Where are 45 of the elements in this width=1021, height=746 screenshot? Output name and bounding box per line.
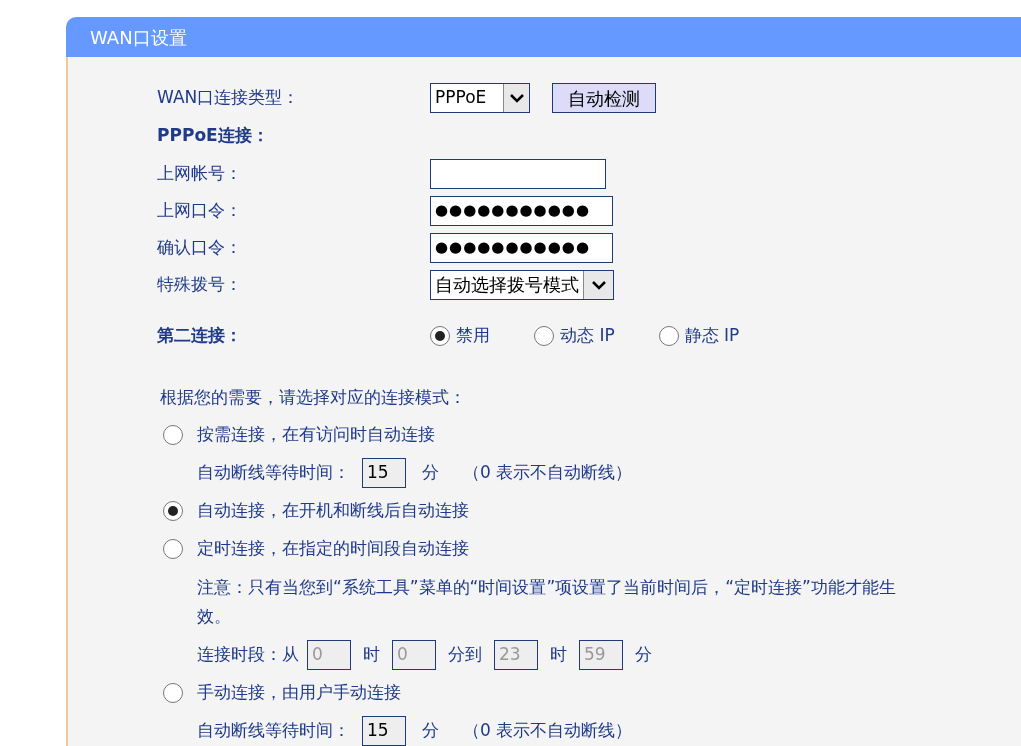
field-label: 确认口令：: [157, 235, 243, 259]
panel-title: WAN口设置: [90, 25, 187, 50]
radio-label: 禁用: [456, 324, 490, 348]
select-field[interactable]: PPPoE: [430, 83, 530, 113]
radio-label: 自动连接，在开机和断线后自动连接: [197, 499, 469, 523]
unit-label: 分: [422, 461, 439, 485]
radio-label: 定时连接，在指定的时间段自动连接: [197, 537, 469, 561]
unit-label: 时: [550, 643, 567, 667]
radio-label: 动态 IP: [560, 324, 615, 348]
field-label: 第二连接：: [157, 324, 243, 348]
field-label: 上网口令：: [157, 198, 243, 222]
note-text: 注意：只有当您到“系统工具”菜单的“时间设置”项设置了当前时间后，“定时连接”功能才能生效。: [197, 576, 897, 628]
password-field[interactable]: ●●●●●●●●●●●: [430, 232, 613, 263]
radio-button[interactable]: [658, 326, 679, 346]
radio-label: 静态 IP: [684, 324, 740, 348]
intro-text: 根据您的需要，请选择对应的连接模式：: [160, 385, 466, 409]
field-label: WAN口连接类型：: [157, 86, 301, 110]
section-heading: PPPoE连接：: [157, 124, 269, 148]
hint-text: （0 表示不自动断线）: [463, 461, 633, 485]
input-field[interactable]: 15: [362, 716, 406, 746]
radio-button[interactable]: [163, 425, 183, 445]
radio-label: 按需连接，在有访问时自动连接: [197, 423, 435, 447]
field-label: 上网帐号：: [157, 161, 243, 185]
radio-label: 手动连接，由用户手动连接: [197, 681, 401, 705]
chevron-down-icon: [508, 92, 525, 104]
password-field[interactable]: ●●●●●●●●●●●: [430, 195, 613, 226]
radio-button[interactable]: [163, 539, 183, 559]
chevron-down-icon: [590, 278, 607, 291]
unit-label: 时: [363, 643, 380, 667]
unit-label: 分: [422, 719, 439, 743]
input-field[interactable]: [430, 158, 606, 189]
radio-button[interactable]: [430, 326, 450, 346]
radio-button[interactable]: [534, 326, 554, 346]
input-field[interactable]: 15: [362, 458, 406, 488]
field-label: 连接时段：从: [197, 643, 299, 667]
unit-label: 分到: [448, 643, 482, 667]
auto-detect-button[interactable]: 自动检测: [552, 83, 656, 113]
unit-label: 分: [635, 643, 652, 667]
field-label: 自动断线等待时间：: [197, 461, 350, 485]
field-label: 特殊拨号：: [157, 272, 243, 296]
radio-button[interactable]: [163, 683, 183, 703]
radio-button[interactable]: [163, 501, 183, 521]
select-field[interactable]: 自动选择拨号模式: [430, 269, 614, 300]
hint-text: （0 表示不自动断线）: [463, 719, 633, 743]
field-label: 自动断线等待时间：: [197, 719, 350, 743]
